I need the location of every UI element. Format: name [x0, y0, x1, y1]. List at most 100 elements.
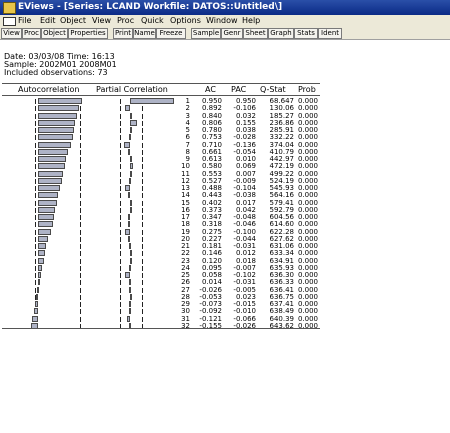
- pac-band-left-dot: [120, 302, 121, 307]
- pac-bar: [125, 272, 130, 278]
- genr-button[interactable]: Genr: [221, 28, 243, 39]
- pac-band-right-dot: [142, 120, 143, 126]
- title-bar: EViews - [Series: LCAND Workfile: DATOS:…: [0, 0, 450, 15]
- menu-edit[interactable]: Edit: [40, 15, 56, 27]
- ac-band-left-dot: [35, 171, 36, 177]
- ac-bar: [36, 286, 39, 293]
- ac-bar: [38, 185, 61, 191]
- pac-band-right-dot: [142, 265, 143, 271]
- pac-band-left-dot: [120, 222, 121, 228]
- ac-band-right-dot: [80, 215, 81, 220]
- ac-band-left-dot: [35, 135, 36, 141]
- menu-view[interactable]: View: [92, 15, 111, 27]
- pac-band-left-dot: [120, 186, 121, 191]
- ac-band-right-dot: [80, 309, 81, 315]
- ac-bar: [33, 308, 38, 315]
- pac-band-left-dot: [120, 215, 121, 220]
- ac-band-right-dot: [80, 120, 81, 126]
- ac-band-left-dot: [35, 251, 36, 257]
- ac-band-left-dot: [35, 244, 36, 249]
- pac-band-right-dot: [142, 193, 143, 199]
- pac-band-right-dot: [142, 287, 143, 293]
- eviews-app-icon[interactable]: [3, 2, 16, 14]
- ac-band-left-dot: [35, 258, 36, 264]
- ac-band-left-dot: [35, 142, 36, 148]
- pac-bar: [129, 264, 131, 271]
- ac-band-left-dot: [35, 186, 36, 191]
- ac-band-left-dot: [35, 265, 36, 271]
- view-button[interactable]: View: [1, 28, 22, 39]
- ac-band-right-dot: [80, 157, 81, 162]
- header-top-rule: [2, 83, 320, 84]
- ac-band-right-dot: [80, 186, 81, 191]
- pac-band-left-dot: [120, 207, 121, 213]
- print-button[interactable]: Print: [113, 28, 133, 39]
- object-button[interactable]: Object: [41, 28, 68, 39]
- ac-bar: [38, 235, 49, 242]
- pac-band-right-dot: [142, 186, 143, 191]
- pac-band-left-dot: [120, 171, 121, 177]
- ac-band-right-dot: [80, 113, 81, 119]
- pac-band-right-dot: [142, 273, 143, 278]
- pac-band-right-dot: [142, 135, 143, 141]
- menu-help[interactable]: Help: [242, 15, 260, 27]
- menu-quick[interactable]: Quick: [141, 15, 164, 27]
- pac-band-right-dot: [142, 294, 143, 300]
- graph-button[interactable]: Graph: [268, 28, 294, 39]
- ac-band-right-dot: [80, 258, 81, 264]
- pac-band-right-dot: [142, 171, 143, 177]
- ac-band-right-dot: [80, 207, 81, 213]
- pac-band-left-dot: [120, 120, 121, 126]
- ac-band-right-dot: [80, 106, 81, 112]
- pac-bar: [125, 105, 130, 112]
- ac-band-left-dot: [35, 193, 36, 199]
- menu-window[interactable]: Window: [206, 15, 238, 27]
- pac-band-right-dot: [142, 258, 143, 264]
- pac-band-left-dot: [120, 280, 121, 286]
- menu-file[interactable]: File: [18, 15, 31, 27]
- pac-band-left-dot: [120, 200, 121, 206]
- sample-button[interactable]: Sample: [191, 28, 221, 39]
- pac-band-right-dot: [142, 113, 143, 119]
- properties-button[interactable]: Properties: [68, 28, 108, 39]
- pac-band-left-dot: [120, 164, 121, 170]
- ac-bar: [35, 293, 38, 300]
- pac-bar: [130, 112, 132, 119]
- pac-bar: [128, 192, 131, 199]
- menu-proc[interactable]: Proc: [117, 15, 134, 27]
- pac-band-right-dot: [142, 207, 143, 213]
- ac-bar: [38, 243, 47, 249]
- menu-options[interactable]: Options: [170, 15, 201, 27]
- ac-band-right-dot: [80, 128, 81, 133]
- pac-bar: [130, 199, 132, 206]
- ac-band-left-dot: [35, 149, 36, 155]
- ac-bar: [38, 156, 67, 162]
- pac-band-right-dot: [142, 280, 143, 286]
- menu-object[interactable]: Object: [60, 15, 86, 27]
- stats-button[interactable]: Stats: [294, 28, 318, 39]
- partial-correlation-header: Partial Correlation: [96, 85, 168, 94]
- ident-button[interactable]: Ident: [318, 28, 342, 39]
- ac-band-left-dot: [35, 229, 36, 235]
- sheet-button[interactable]: Sheet: [243, 28, 268, 39]
- toolbar: View Proc Object Properties Print Name F…: [0, 27, 450, 40]
- pac-bar: [128, 134, 131, 141]
- freeze-button[interactable]: Freeze: [156, 28, 186, 39]
- ac-band-left-dot: [35, 273, 36, 278]
- pac-band-right-dot: [142, 157, 143, 162]
- pac-band-left-dot: [120, 244, 121, 249]
- name-button[interactable]: Name: [133, 28, 156, 39]
- proc-button[interactable]: Proc: [22, 28, 41, 39]
- pac-bar: [125, 228, 130, 235]
- pac-bar: [127, 214, 130, 220]
- document-window-icon[interactable]: [3, 17, 16, 26]
- correlogram-view: Date: 03/03/08 Time: 16:13 Sample: 2002M…: [0, 40, 450, 433]
- pac-band-left-dot: [120, 273, 121, 278]
- qstat-header: Q-Stat: [260, 85, 286, 94]
- pac-band-left-dot: [120, 294, 121, 300]
- pac-band-left-dot: [120, 135, 121, 141]
- ac-band-left-dot: [35, 207, 36, 213]
- pac-band-left-dot: [120, 251, 121, 257]
- ac-bar: [38, 279, 40, 286]
- ac-band-left-dot: [35, 120, 36, 126]
